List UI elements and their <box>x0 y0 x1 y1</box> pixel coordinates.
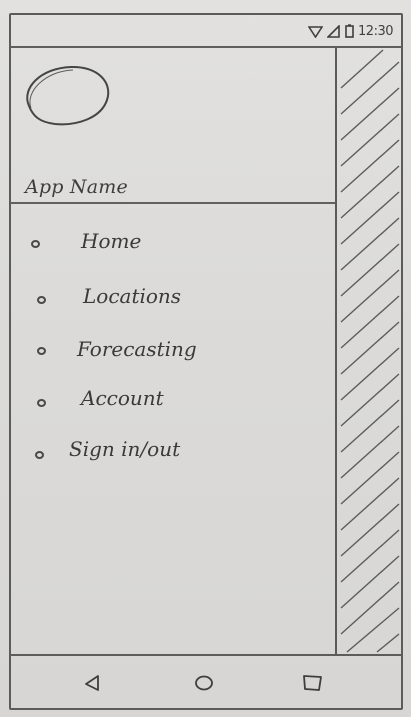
drawer-scrim[interactable] <box>337 48 401 654</box>
home-icon <box>195 675 213 691</box>
recents-icon <box>303 675 322 691</box>
signal-icon <box>327 24 341 38</box>
status-bar: 12:30 <box>11 15 401 48</box>
back-icon <box>85 675 99 691</box>
avatar[interactable] <box>19 62 113 128</box>
sketch-paper: 12:30 App Name Home Locations Forecastin… <box>0 0 411 717</box>
bullet-icon <box>37 399 46 407</box>
drawer-header: App Name <box>11 48 335 204</box>
bullet-icon <box>31 240 40 248</box>
battery-icon <box>345 24 354 38</box>
menu-item-locations[interactable]: Locations <box>11 280 335 316</box>
menu-item-account[interactable]: Account <box>11 382 335 418</box>
menu-item-label: Sign in/out <box>69 437 181 461</box>
status-time: 12:30 <box>358 23 393 39</box>
navigation-bar <box>11 654 401 708</box>
bullet-icon <box>35 451 44 459</box>
wifi-icon <box>308 25 324 38</box>
menu-item-label: Home <box>81 229 142 253</box>
menu-item-label: Locations <box>83 284 182 308</box>
recents-button[interactable] <box>298 670 328 696</box>
bullet-icon <box>37 347 46 355</box>
back-button[interactable] <box>77 670 107 696</box>
menu-item-home[interactable]: Home <box>11 226 335 262</box>
menu-item-forecasting[interactable]: Forecasting <box>11 333 335 369</box>
navigation-drawer: App Name Home Locations Forecasting Acco… <box>11 48 337 654</box>
status-icons: 12:30 <box>308 21 393 41</box>
menu-item-label: Forecasting <box>77 337 197 361</box>
home-button[interactable] <box>189 670 219 696</box>
menu-item-sign-in-out[interactable]: Sign in/out <box>11 434 335 470</box>
phone-frame: 12:30 App Name Home Locations Forecastin… <box>9 13 403 710</box>
bullet-icon <box>37 296 46 304</box>
avatar-placeholder-icon <box>26 65 110 126</box>
menu-item-label: Account <box>81 386 164 410</box>
app-name: App Name <box>25 176 128 198</box>
hatch-pattern <box>340 49 400 653</box>
